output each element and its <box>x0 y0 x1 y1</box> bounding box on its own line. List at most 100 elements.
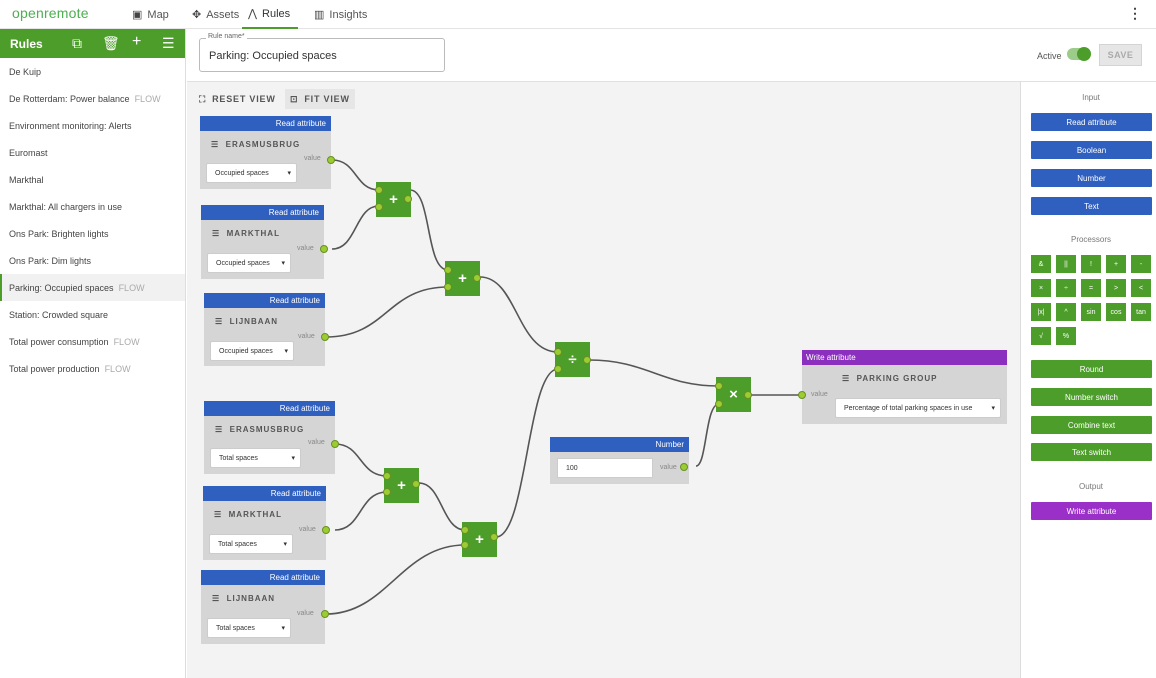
attribute-select[interactable]: Total spaces ▾ <box>209 534 293 554</box>
palette-number[interactable]: Number <box>1031 169 1152 187</box>
operator-button[interactable]: = <box>1081 279 1101 297</box>
operator-button[interactable]: × <box>1031 279 1051 297</box>
rule-list-item[interactable]: Total power consumption FLOW <box>0 328 185 355</box>
read-attribute-node[interactable]: Read attribute ☰ MARKTHAL value Total sp… <box>203 486 330 560</box>
palette-read-attribute[interactable]: Read attribute <box>1031 113 1152 131</box>
rule-list-item[interactable]: Ons Park: Brighten lights <box>0 220 185 247</box>
palette-combine-text[interactable]: Combine text <box>1031 416 1152 434</box>
rule-list-item[interactable]: De Rotterdam: Power balance FLOW <box>0 85 185 112</box>
input-socket[interactable] <box>444 266 452 274</box>
input-socket[interactable] <box>444 283 452 291</box>
output-socket[interactable] <box>322 526 330 534</box>
input-socket[interactable] <box>383 472 391 480</box>
output-socket[interactable] <box>744 391 752 399</box>
operator-button[interactable]: cos <box>1106 303 1126 321</box>
output-socket[interactable] <box>404 195 412 203</box>
output-socket[interactable] <box>320 245 328 253</box>
rule-list-item[interactable]: Euromast <box>0 139 185 166</box>
rule-list-item[interactable]: Total power production FLOW <box>0 355 185 382</box>
attribute-select[interactable]: Occupied spaces ▾ <box>207 253 291 273</box>
write-attribute-node[interactable]: Write attribute ☰ PARKING GROUP value Pe… <box>798 350 1007 424</box>
output-socket[interactable] <box>412 480 420 488</box>
rule-list-item[interactable]: Station: Crowded square <box>0 301 185 328</box>
palette-boolean[interactable]: Boolean <box>1031 141 1152 159</box>
attribute-select[interactable]: Occupied spaces ▾ <box>206 163 297 183</box>
rule-list-item[interactable]: De Kuip <box>0 58 185 85</box>
operator-button[interactable]: || <box>1056 255 1076 273</box>
input-socket[interactable] <box>715 382 723 390</box>
nav-assets[interactable]: ✥ Assets <box>186 0 245 29</box>
sort-icon[interactable]: ☰ <box>162 35 175 51</box>
add-operator-node[interactable]: + <box>444 261 481 296</box>
delete-icon[interactable]: 🗑 <box>102 35 120 51</box>
nav-map[interactable]: ▣ Map <box>126 0 175 29</box>
output-socket[interactable] <box>321 333 329 341</box>
read-attribute-node[interactable]: Read attribute ☰ LIJNBAAN value Occupied… <box>204 293 329 366</box>
output-socket[interactable] <box>331 440 339 448</box>
read-attribute-node[interactable]: Read attribute ☰ MARKTHAL value Occupied… <box>201 205 328 279</box>
output-socket[interactable] <box>680 463 688 471</box>
rule-name-value[interactable]: Parking: Occupied spaces <box>209 50 337 62</box>
read-attribute-node[interactable]: Read attribute ☰ ERASMUSBRUG value Total… <box>204 401 339 474</box>
input-socket[interactable] <box>461 526 469 534</box>
add-icon[interactable]: + <box>132 34 141 50</box>
output-socket[interactable] <box>321 610 329 618</box>
rule-name-field[interactable]: Rule name* Parking: Occupied spaces <box>199 33 445 72</box>
operator-button[interactable]: tan <box>1131 303 1151 321</box>
nav-rules[interactable]: ⋀ Rules <box>242 0 298 29</box>
operator-button[interactable]: |x| <box>1031 303 1051 321</box>
input-socket[interactable] <box>715 400 723 408</box>
read-attribute-node[interactable]: Read attribute ☰ ERASMUSBRUG value Occup… <box>200 116 335 189</box>
operator-button[interactable]: - <box>1131 255 1151 273</box>
operator-button[interactable]: ^ <box>1056 303 1076 321</box>
output-socket[interactable] <box>327 156 335 164</box>
rule-list-item[interactable]: Environment monitoring: Alerts <box>0 112 185 139</box>
attribute-select[interactable]: Total spaces ▾ <box>207 618 291 638</box>
rule-list-item[interactable]: Parking: Occupied spaces FLOW <box>0 274 185 301</box>
operator-button[interactable]: & <box>1031 255 1051 273</box>
input-socket[interactable] <box>375 203 383 211</box>
add-operator-node[interactable]: + <box>375 182 412 217</box>
output-socket[interactable] <box>583 356 591 364</box>
attribute-select[interactable]: Occupied spaces ▾ <box>210 341 294 361</box>
palette-round[interactable]: Round <box>1031 360 1152 378</box>
add-operator-node[interactable]: + <box>383 468 420 503</box>
input-socket[interactable] <box>383 488 391 496</box>
flow-canvas[interactable]: ⛶ RESET VIEW ⊡ FIT VIEW Read attribute ☰… <box>187 82 1021 678</box>
attribute-select[interactable]: Total spaces ▾ <box>210 448 301 468</box>
operator-button[interactable]: % <box>1056 327 1076 345</box>
input-socket[interactable] <box>375 186 383 194</box>
operator-button[interactable]: + <box>1106 255 1126 273</box>
more-menu-icon[interactable]: ⋮ <box>1128 5 1142 22</box>
operator-button[interactable]: ! <box>1081 255 1101 273</box>
operator-button[interactable]: √ <box>1031 327 1051 345</box>
palette-number-switch[interactable]: Number switch <box>1031 388 1152 406</box>
palette-write-attribute[interactable]: Write attribute <box>1031 502 1152 520</box>
multiply-operator-node[interactable]: × <box>715 377 752 412</box>
operator-button[interactable]: sin <box>1081 303 1101 321</box>
nav-insights[interactable]: ▥ Insights <box>308 0 373 29</box>
palette-text[interactable]: Text <box>1031 197 1152 215</box>
operator-button[interactable]: ÷ <box>1056 279 1076 297</box>
input-socket[interactable] <box>554 348 562 356</box>
output-socket[interactable] <box>473 274 481 282</box>
read-attribute-node[interactable]: Read attribute ☰ LIJNBAAN value Total sp… <box>201 570 329 644</box>
input-socket[interactable] <box>798 391 806 399</box>
input-socket[interactable] <box>461 541 469 549</box>
rule-list-item[interactable]: Ons Park: Dim lights <box>0 247 185 274</box>
rule-list-item[interactable]: Markthal <box>0 166 185 193</box>
operator-button[interactable]: < <box>1131 279 1151 297</box>
attribute-select[interactable]: Percentage of total parking spaces in us… <box>835 398 1001 418</box>
number-node[interactable]: Number 100 value <box>550 437 689 484</box>
copy-icon[interactable]: ⧉ <box>72 35 82 51</box>
divide-operator-node[interactable]: ÷ <box>554 342 591 377</box>
palette-text-switch[interactable]: Text switch <box>1031 443 1152 461</box>
number-input[interactable]: 100 <box>557 458 653 478</box>
operator-button[interactable]: > <box>1106 279 1126 297</box>
input-socket[interactable] <box>554 365 562 373</box>
save-button[interactable]: SAVE <box>1099 44 1142 66</box>
app-logo[interactable]: openremote <box>12 5 89 21</box>
active-toggle[interactable] <box>1067 47 1091 61</box>
output-socket[interactable] <box>490 533 498 541</box>
add-operator-node[interactable]: + <box>461 522 498 557</box>
